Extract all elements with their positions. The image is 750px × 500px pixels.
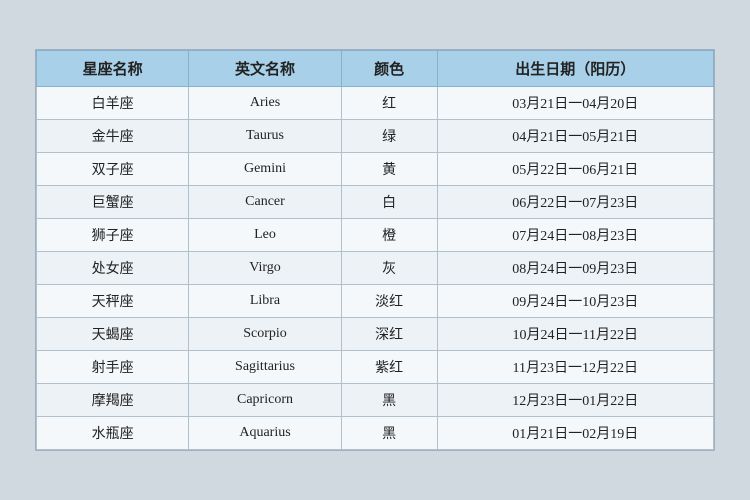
- table-cell-8-1: Sagittarius: [189, 351, 341, 384]
- table-cell-1-3: 04月21日一05月21日: [437, 120, 713, 153]
- table-cell-2-0: 双子座: [37, 153, 189, 186]
- table-header-1: 英文名称: [189, 51, 341, 87]
- table-header-row: 星座名称英文名称颜色出生日期（阳历）: [37, 51, 714, 87]
- table-header-3: 出生日期（阳历）: [437, 51, 713, 87]
- table-cell-10-3: 01月21日一02月19日: [437, 417, 713, 450]
- zodiac-table: 星座名称英文名称颜色出生日期（阳历） 白羊座Aries红03月21日一04月20…: [36, 50, 714, 450]
- table-cell-8-2: 紫红: [341, 351, 437, 384]
- table-cell-5-2: 灰: [341, 252, 437, 285]
- table-row: 摩羯座Capricorn黑12月23日一01月22日: [37, 384, 714, 417]
- table-cell-7-3: 10月24日一11月22日: [437, 318, 713, 351]
- table-cell-4-1: Leo: [189, 219, 341, 252]
- table-header-0: 星座名称: [37, 51, 189, 87]
- table-cell-7-1: Scorpio: [189, 318, 341, 351]
- table-row: 天秤座Libra淡红09月24日一10月23日: [37, 285, 714, 318]
- table-cell-8-0: 射手座: [37, 351, 189, 384]
- table-cell-3-1: Cancer: [189, 186, 341, 219]
- table-cell-4-3: 07月24日一08月23日: [437, 219, 713, 252]
- table-row: 狮子座Leo橙07月24日一08月23日: [37, 219, 714, 252]
- table-cell-6-2: 淡红: [341, 285, 437, 318]
- table-cell-9-1: Capricorn: [189, 384, 341, 417]
- table-cell-0-2: 红: [341, 87, 437, 120]
- table-row: 处女座Virgo灰08月24日一09月23日: [37, 252, 714, 285]
- table-cell-1-2: 绿: [341, 120, 437, 153]
- table-cell-1-1: Taurus: [189, 120, 341, 153]
- table-row: 金牛座Taurus绿04月21日一05月21日: [37, 120, 714, 153]
- table-cell-0-0: 白羊座: [37, 87, 189, 120]
- table-header-2: 颜色: [341, 51, 437, 87]
- table-row: 白羊座Aries红03月21日一04月20日: [37, 87, 714, 120]
- table-cell-2-3: 05月22日一06月21日: [437, 153, 713, 186]
- table-row: 双子座Gemini黄05月22日一06月21日: [37, 153, 714, 186]
- table-cell-7-2: 深红: [341, 318, 437, 351]
- table-cell-6-0: 天秤座: [37, 285, 189, 318]
- table-cell-3-0: 巨蟹座: [37, 186, 189, 219]
- table-cell-6-1: Libra: [189, 285, 341, 318]
- table-cell-4-2: 橙: [341, 219, 437, 252]
- table-cell-7-0: 天蝎座: [37, 318, 189, 351]
- table-cell-6-3: 09月24日一10月23日: [437, 285, 713, 318]
- table-cell-1-0: 金牛座: [37, 120, 189, 153]
- table-cell-9-2: 黑: [341, 384, 437, 417]
- table-cell-9-3: 12月23日一01月22日: [437, 384, 713, 417]
- table-cell-3-2: 白: [341, 186, 437, 219]
- table-row: 巨蟹座Cancer白06月22日一07月23日: [37, 186, 714, 219]
- table-row: 天蝎座Scorpio深红10月24日一11月22日: [37, 318, 714, 351]
- table-cell-2-1: Gemini: [189, 153, 341, 186]
- zodiac-table-container: 星座名称英文名称颜色出生日期（阳历） 白羊座Aries红03月21日一04月20…: [35, 49, 715, 451]
- table-cell-10-2: 黑: [341, 417, 437, 450]
- table-cell-3-3: 06月22日一07月23日: [437, 186, 713, 219]
- table-cell-0-3: 03月21日一04月20日: [437, 87, 713, 120]
- table-cell-5-1: Virgo: [189, 252, 341, 285]
- table-cell-9-0: 摩羯座: [37, 384, 189, 417]
- table-row: 射手座Sagittarius紫红11月23日一12月22日: [37, 351, 714, 384]
- table-cell-10-1: Aquarius: [189, 417, 341, 450]
- table-cell-5-3: 08月24日一09月23日: [437, 252, 713, 285]
- table-body: 白羊座Aries红03月21日一04月20日金牛座Taurus绿04月21日一0…: [37, 87, 714, 450]
- table-cell-2-2: 黄: [341, 153, 437, 186]
- table-cell-4-0: 狮子座: [37, 219, 189, 252]
- table-cell-0-1: Aries: [189, 87, 341, 120]
- table-cell-8-3: 11月23日一12月22日: [437, 351, 713, 384]
- table-row: 水瓶座Aquarius黑01月21日一02月19日: [37, 417, 714, 450]
- table-cell-5-0: 处女座: [37, 252, 189, 285]
- table-cell-10-0: 水瓶座: [37, 417, 189, 450]
